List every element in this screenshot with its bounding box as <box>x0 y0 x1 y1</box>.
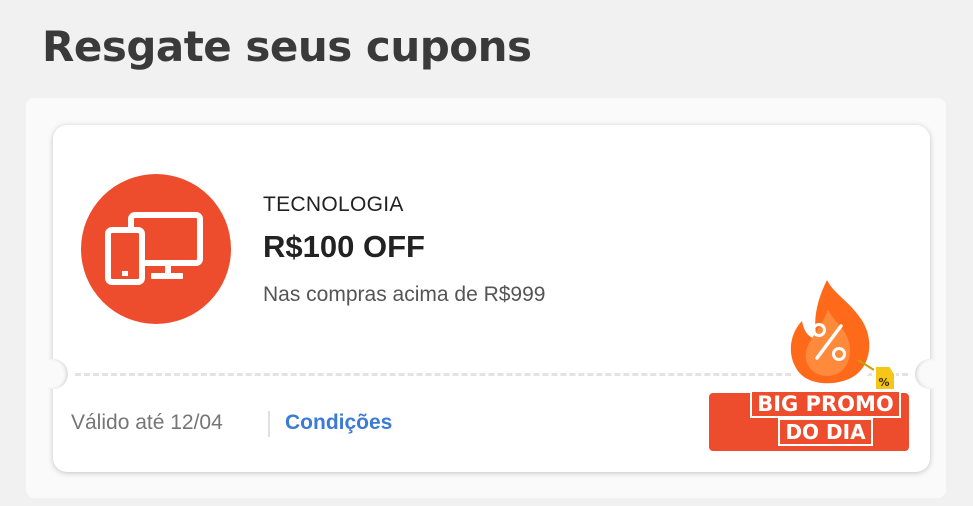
coupon-discount: R$100 OFF <box>263 229 425 264</box>
promo-line-1: BIG PROMO <box>738 392 913 416</box>
coupon-validity: Válido até 12/04 <box>71 411 223 434</box>
coupon-notch-left <box>38 359 68 389</box>
coupon-notch-right <box>915 359 945 389</box>
coupon-min-purchase: Nas compras acima de R$999 <box>263 283 546 306</box>
promo-line-2: DO DIA <box>738 420 913 444</box>
page-title: Resgate seus cupons <box>42 22 532 71</box>
footer-divider <box>268 411 270 437</box>
coupon-category: TECNOLOGIA <box>263 193 404 216</box>
conditions-link[interactable]: Condições <box>285 411 392 435</box>
big-promo-badge: % BIG PROMO DO DIA <box>738 268 913 453</box>
devices-icon <box>81 174 231 324</box>
svg-text:%: % <box>878 376 889 389</box>
